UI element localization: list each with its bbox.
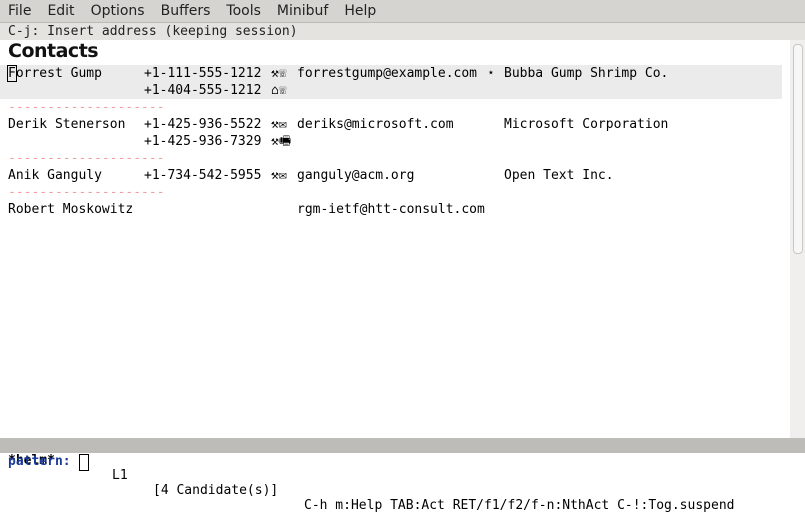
menu-options[interactable]: Options	[83, 3, 153, 19]
menu-file[interactable]: File	[0, 3, 39, 19]
helm-buffer: Contacts Forrest Gump +1-111-555-1212 ⚒☏…	[0, 40, 790, 438]
contact-name: Robert Moskowitz	[8, 202, 134, 217]
candidate-separator: --------------------	[8, 100, 165, 115]
menu-tools[interactable]: Tools	[218, 3, 269, 19]
minibuffer[interactable]: pattern:	[0, 453, 805, 471]
candidate-separator: --------------------	[8, 185, 165, 200]
vertical-scrollbar[interactable]	[790, 40, 805, 438]
contact-name: Derik Stenerson	[8, 117, 126, 132]
minibuffer-input[interactable]	[79, 454, 89, 471]
menu-bar: File Edit Options Buffers Tools Minibuf …	[0, 0, 805, 23]
contact-org: Bubba Gump Shrimp Co.	[504, 66, 669, 81]
work-phone-icon: ⚒☏	[271, 66, 287, 81]
work-mail-icon: ⚒✉	[271, 117, 287, 132]
candidate-row[interactable]: Derik Stenerson +1-425-936-5522 ⚒✉ derik…	[0, 116, 782, 133]
menu-edit[interactable]: Edit	[39, 3, 82, 19]
key-hints: C-h m:Help TAB:Act RET/f1/f2/f-n:NthAct …	[304, 498, 735, 513]
text-cursor: F	[7, 65, 17, 82]
mode-line: *helm* L1 [4 Candidate(s)] C-h m:Help TA…	[0, 438, 805, 513]
work-mail-icon: ⚒✉	[271, 168, 287, 183]
work-fax-icon: ⚒🖷	[271, 134, 292, 149]
menu-minibuf[interactable]: Minibuf	[269, 3, 336, 19]
source-title: Contacts	[8, 40, 99, 62]
contact-phone: +1-734-542-5955	[144, 168, 262, 183]
candidate-row-cont[interactable]: +1-425-936-7329 ⚒🖷	[0, 133, 782, 150]
contact-email: deriks@microsoft.com	[297, 117, 454, 132]
contact-email: forrestgump@example.com	[297, 66, 478, 81]
menu-buffers[interactable]: Buffers	[153, 3, 219, 19]
contact-phone: +1-425-936-5522	[144, 117, 262, 132]
contact-org: Open Text Inc.	[504, 168, 614, 183]
candidate-row[interactable]: Robert Moskowitz rgm-ietf@htt-consult.co…	[0, 201, 782, 218]
contact-name: Anik Ganguly	[8, 168, 102, 183]
contact-phone: +1-111-555-1212	[144, 66, 262, 81]
contact-phone: +1-425-936-7329	[144, 134, 262, 149]
contact-phone: +1-404-555-1212	[144, 83, 262, 98]
candidate-row-selected[interactable]: Forrest Gump +1-111-555-1212 ⚒☏ forrestg…	[0, 65, 782, 82]
candidate-row-selected-cont[interactable]: +1-404-555-1212 ⌂☏	[0, 82, 782, 99]
contact-email: ganguly@acm.org	[297, 168, 415, 183]
candidate-row[interactable]: Anik Ganguly +1-734-542-5955 ⚒✉ ganguly@…	[0, 167, 782, 184]
minibuffer-prompt: pattern:	[8, 454, 71, 469]
candidate-separator: --------------------	[8, 151, 165, 166]
contact-name: Forrest Gump	[7, 65, 102, 82]
contact-email: rgm-ietf@htt-consult.com	[297, 202, 485, 217]
home-phone-icon: ⌂☏	[271, 83, 287, 98]
favorite-star-icon: ⋆	[487, 66, 495, 81]
candidate-count: [4 Candidate(s)]	[153, 483, 279, 498]
menu-help[interactable]: Help	[336, 3, 384, 19]
contact-org: Microsoft Corporation	[504, 117, 669, 132]
helm-header-line: C-j: Insert address (keeping session)	[0, 23, 805, 40]
scrollbar-thumb[interactable]	[793, 44, 803, 254]
